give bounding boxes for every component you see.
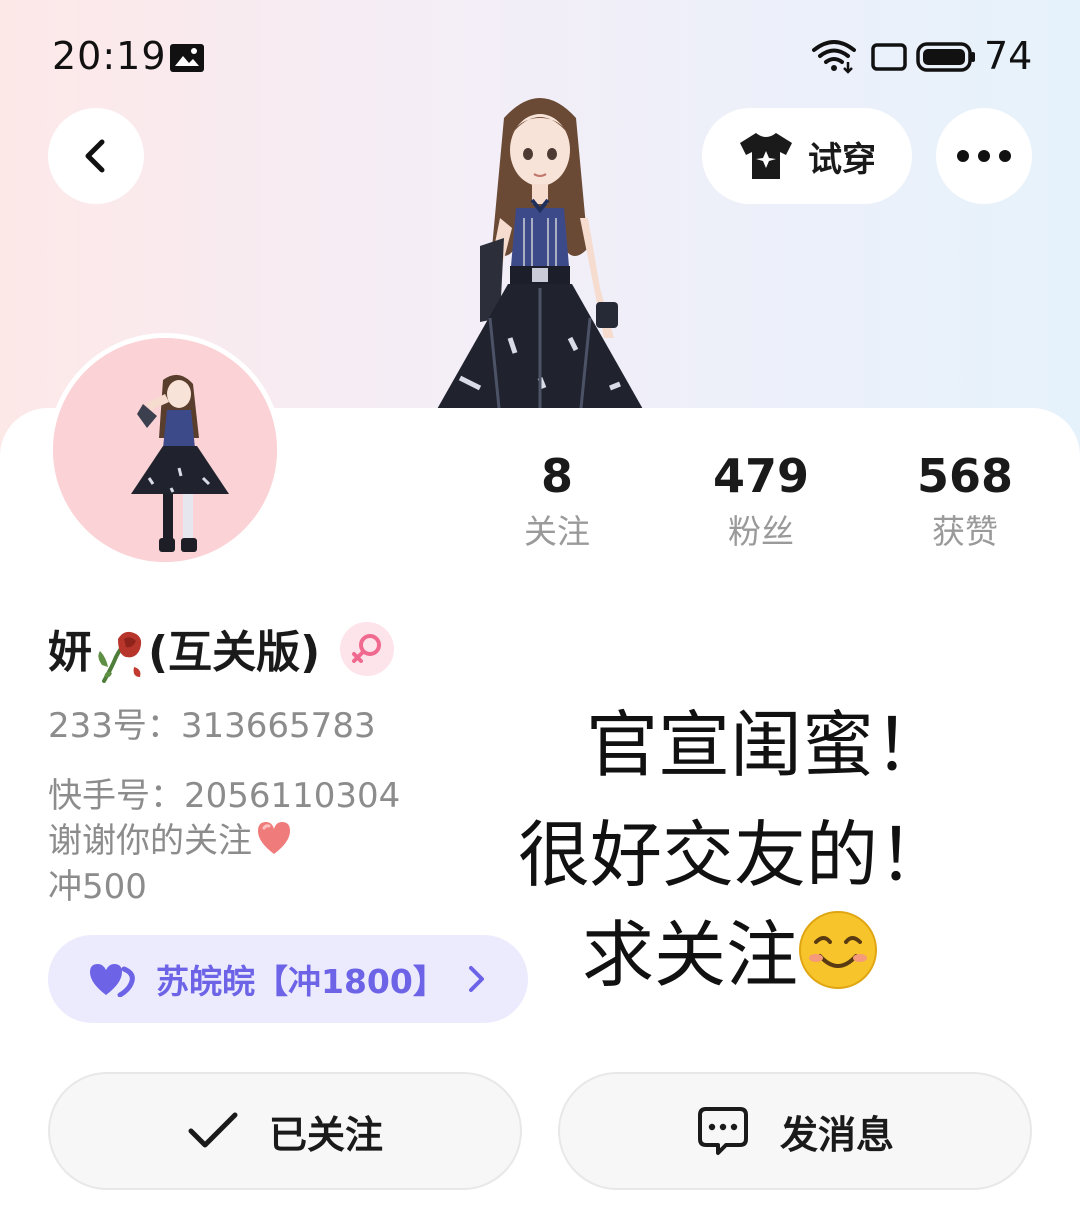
username-prefix: 妍 — [48, 626, 92, 678]
username-row: 妍 (互关版) — [48, 616, 395, 683]
battery-icon — [916, 42, 975, 72]
likes-label: 获赞 — [932, 512, 998, 551]
more-options-button[interactable] — [936, 108, 1032, 204]
try-on-label: 试穿 — [808, 139, 876, 180]
profile-avatar[interactable] — [48, 333, 282, 567]
announcement-line-2: 很好交友的！ — [518, 813, 951, 897]
checkmark-icon — [188, 1112, 238, 1148]
chevron-right-icon — [469, 966, 484, 992]
bio-line-1: 谢谢你的关注 — [48, 818, 294, 864]
try-on-button[interactable]: 试穿 — [702, 108, 912, 204]
username-suffix: (互关版) — [148, 626, 321, 678]
fans-count: 479 — [712, 449, 810, 503]
following-label: 关注 — [524, 512, 590, 551]
bio-text-1: 谢谢你的关注 — [48, 821, 252, 861]
more-dots-icon — [957, 150, 1011, 162]
purple-hearts-icon — [90, 964, 135, 997]
likes-count: 568 — [916, 449, 1014, 503]
gender-badge — [340, 622, 395, 676]
tshirt-icon — [740, 133, 792, 179]
following-count: 8 — [540, 449, 573, 503]
send-message-label: 发消息 — [779, 1112, 894, 1157]
status-time: 20:19 — [52, 34, 167, 78]
heart-icon — [258, 822, 290, 854]
smiling-face-icon — [799, 911, 878, 989]
chat-bubble-icon — [697, 1107, 748, 1155]
id-kuaishou: 快手号：2056110304 — [48, 776, 401, 816]
send-message-button[interactable]: 发消息 — [558, 1072, 1032, 1190]
stat-likes[interactable]: 568 获赞 — [865, 448, 1065, 554]
id-233: 233号：313665783 — [48, 706, 376, 746]
profile-stats: 8 关注 479 粉丝 568 获赞 — [456, 448, 1066, 568]
fans-label: 粉丝 — [728, 512, 794, 551]
battery-level: 74 — [984, 34, 1033, 78]
stat-fans[interactable]: 479 粉丝 — [661, 448, 861, 554]
chevron-left-icon — [85, 139, 105, 173]
announcement-text-3: 求关注 — [582, 913, 799, 997]
female-symbol-icon — [352, 634, 382, 663]
stat-following[interactable]: 8 关注 — [457, 448, 657, 554]
wifi-icon — [812, 40, 856, 74]
announcement-line-1: 官宣闺蜜！ — [586, 703, 947, 787]
followed-button[interactable]: 已关注 — [48, 1072, 522, 1190]
guardian-label: 苏皖皖【冲1800】 — [156, 962, 446, 1001]
announcement-line-3: 求关注 — [582, 910, 878, 1000]
guardian-pill[interactable]: 苏皖皖【冲1800】 — [48, 935, 528, 1023]
gallery-notification-icon — [170, 44, 204, 72]
followed-label: 已关注 — [268, 1112, 383, 1157]
username: 妍 (互关版) — [48, 616, 320, 683]
avatar-3d-character-image — [432, 98, 648, 418]
bio-line-2: 冲500 — [48, 867, 147, 907]
wilted-rose-icon — [98, 631, 142, 683]
back-button[interactable] — [48, 108, 144, 204]
avatar-character-image — [53, 338, 277, 562]
screen-icon — [871, 43, 907, 71]
